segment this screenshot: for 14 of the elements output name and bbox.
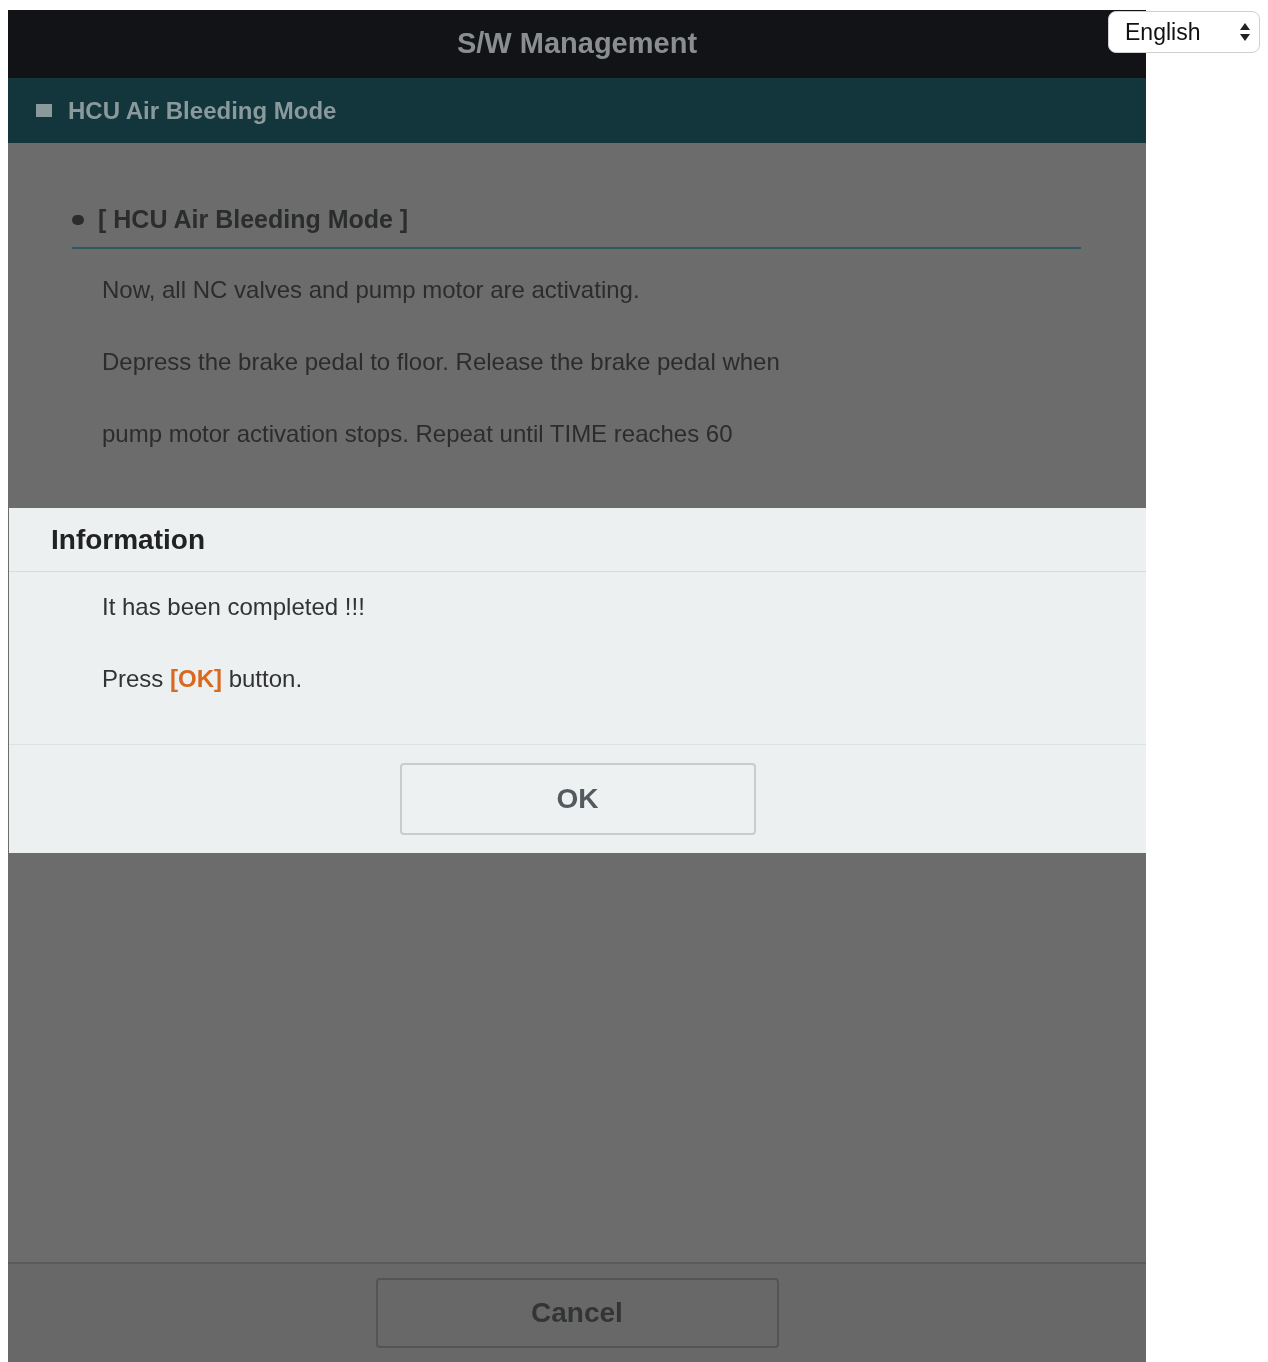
square-bullet-icon (36, 104, 52, 117)
up-down-caret-icon (1239, 21, 1251, 43)
dot-bullet-icon (72, 214, 84, 225)
dialog-message: It has been completed !!! (102, 592, 366, 622)
language-select[interactable]: English (1108, 11, 1260, 53)
ok-button[interactable]: OK (399, 763, 756, 835)
instruction-text: Depress the brake pedal to floor. Release the brake pedal when (102, 346, 781, 377)
dialog-message: Press [OK] button. (102, 664, 304, 694)
instruction-text: Now, all NC valves and pump motor are activating. (102, 274, 641, 305)
section-title: HCU Air Bleeding Mode (68, 95, 337, 126)
dialog-title: Information (51, 522, 205, 557)
instruction-text: pump motor activation stops. Repeat until TIME reaches 60 (102, 418, 734, 449)
content-heading: [ HCU Air Bleeding Mode ] (98, 204, 409, 235)
window-title: S/W Management (456, 26, 698, 62)
